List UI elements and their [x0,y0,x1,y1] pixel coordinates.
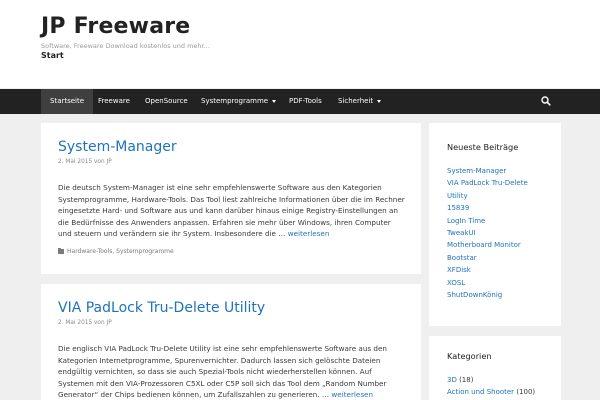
widget-title: Kategorien [447,351,492,361]
recent-post-link[interactable]: TweakUI [447,227,557,239]
recent-post-link[interactable]: System-Manager [447,165,557,177]
folder-icon [58,247,64,254]
post-excerpt: Die englisch VIA PadLock Tru-Delete Util… [58,343,406,400]
nav-item-pdf-tools[interactable]: PDF-Tools [280,89,331,114]
post-category-links[interactable]: Hardware-Tools, Systemprogramme [67,248,174,255]
widget-categories: Kategorien 3D (18) Action und Shooter (1… [429,336,561,400]
post-date[interactable]: 2. Mai 2015 [58,159,92,165]
post-article: System-Manager 2. Mai 2015 von JP Die de… [41,123,421,274]
site-header: JP Freeware Software, Freeware Download … [0,0,600,88]
recent-post-link[interactable]: XOSL [447,277,557,289]
read-more-link[interactable]: weiterlesen [288,229,330,238]
post-date[interactable]: 2. Mai 2015 [58,320,92,326]
post-article: VIA PadLock Tru-Delete Utility 2. Mai 20… [41,284,421,400]
recent-post-link[interactable]: Motherboard Monitor [447,239,557,251]
post-categories: Hardware-Tools, Systemprogramme [58,247,174,255]
nav-item-freeware[interactable]: Freeware [89,89,139,114]
site-tagline: Software, Freeware Download kostenlos un… [41,42,210,50]
post-author[interactable]: JP [106,320,111,326]
post-meta: 2. Mai 2015 von JP [58,320,112,326]
recent-post-link[interactable]: 15839 [447,202,557,214]
read-more-link[interactable]: weiterlesen [331,390,373,399]
nav-item-systemprogramme[interactable]: Systemprogramme [192,89,285,114]
site-title[interactable]: JP Freeware [41,14,190,39]
widget-recent-posts: Neueste Beiträge System-Manager VIA PadL… [429,123,561,326]
widget-title: Neueste Beiträge [447,142,519,152]
recent-post-link[interactable]: VIA PadLock Tru-Delete Utility [447,177,543,202]
nav-item-label: Freeware [98,97,130,105]
category-link[interactable]: 3D [447,376,457,384]
post-title[interactable]: System-Manager [58,139,177,155]
main-navigation: Startseite Freeware OpenSource Systempro… [0,89,600,114]
post-excerpt-text: Die deutsch System-Manager ist eine sehr… [58,183,405,238]
post-by: von [93,320,105,326]
chevron-down-icon [377,99,382,103]
nav-item-startseite[interactable]: Startseite [41,89,94,114]
post-meta: 2. Mai 2015 von JP [58,159,112,165]
post-excerpt: Die deutsch System-Manager ist eine sehr… [58,182,406,240]
nav-item-label: PDF-Tools [289,97,322,105]
categories-list: 3D (18) Action und Shooter (100) [447,374,557,399]
recent-post-link[interactable]: XFDisk [447,264,557,276]
chevron-down-icon [272,99,277,103]
post-by: von [93,159,105,165]
category-link[interactable]: Action und Shooter [447,388,514,396]
category-item[interactable]: Action und Shooter (100) [447,386,557,398]
recent-post-link[interactable]: LogIn Time [447,215,557,227]
post-author[interactable]: JP [106,159,111,165]
post-title[interactable]: VIA PadLock Tru-Delete Utility [58,300,265,316]
nav-item-sicherheit[interactable]: Sicherheit [329,89,390,114]
category-count: (18) [459,376,474,384]
search-icon[interactable] [540,95,552,107]
category-count: (100) [516,388,536,397]
nav-item-label: Startseite [50,97,85,105]
start-link[interactable]: Start [41,51,64,60]
recent-post-link[interactable]: ShutDownKönig [447,289,557,301]
recent-post-link[interactable]: Bootstar [447,252,557,264]
nav-item-opensource[interactable]: OpenSource [136,89,197,114]
nav-item-label: Systemprogramme [201,97,269,105]
recent-posts-list: System-Manager VIA PadLock Tru-Delete Ut… [447,165,557,301]
category-item[interactable]: 3D (18) [447,374,557,386]
nav-item-label: OpenSource [145,97,188,105]
nav-item-label: Sicherheit [338,97,374,105]
